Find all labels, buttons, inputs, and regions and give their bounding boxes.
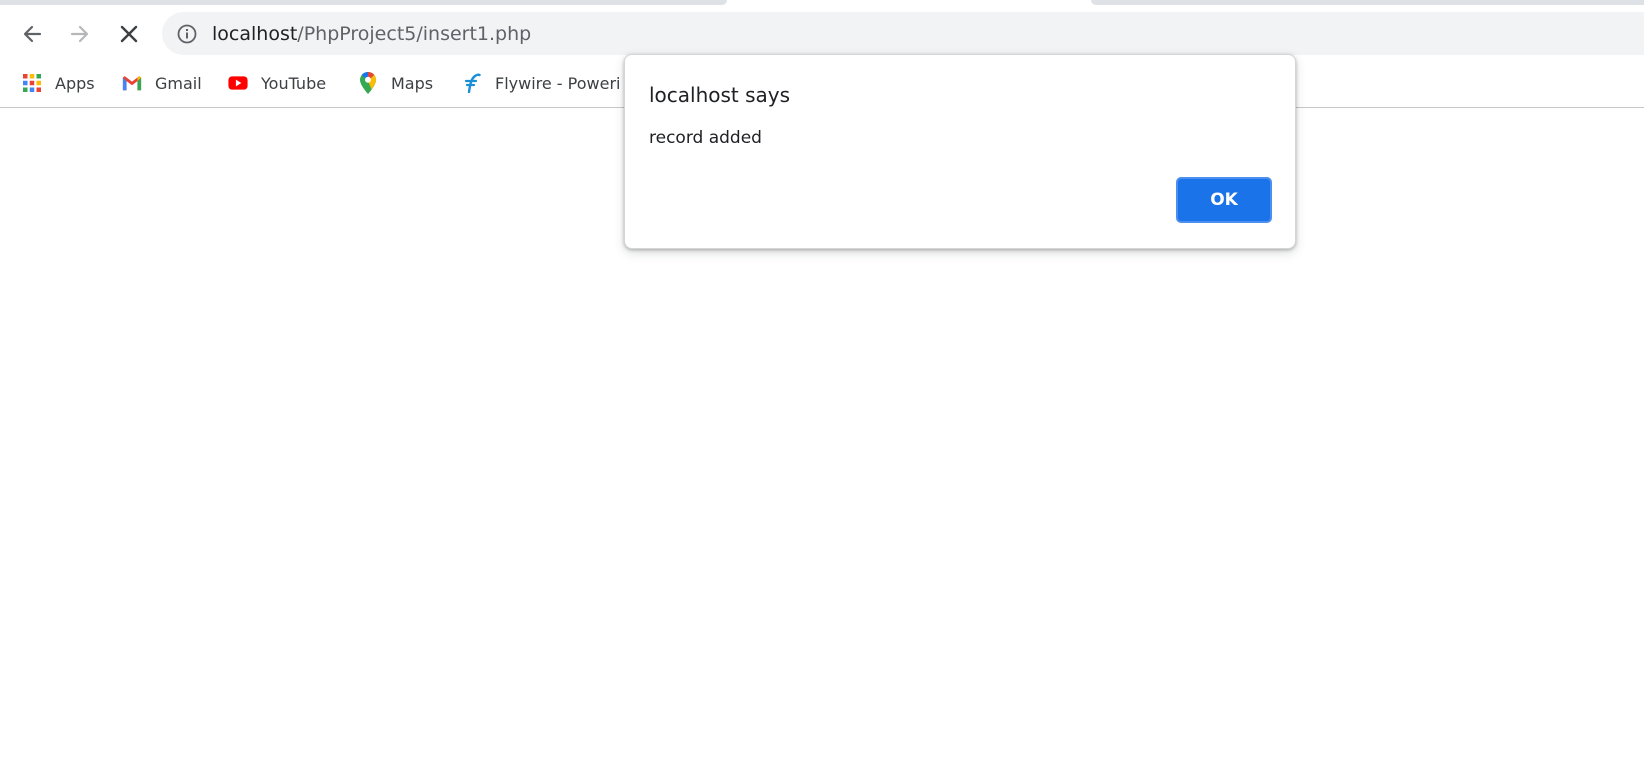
url-text: localhost/PhpProject5/insert1.php <box>212 23 531 45</box>
bookmark-gmail[interactable]: Gmail <box>122 68 202 98</box>
url-path: /PhpProject5/insert1.php <box>297 22 532 45</box>
address-bar[interactable]: localhost/PhpProject5/insert1.php <box>162 12 1644 55</box>
alert-dialog: localhost says record added OK <box>624 54 1296 249</box>
stop-loading-button[interactable] <box>111 16 147 52</box>
bookmark-flywire[interactable]: Flywire - Poweri <box>462 68 622 98</box>
bookmark-apps[interactable]: Apps <box>22 68 95 98</box>
bookmark-youtube[interactable]: YouTube <box>228 68 326 98</box>
flywire-icon <box>462 73 482 93</box>
dialog-title: localhost says <box>649 83 791 107</box>
browser-toolbar: localhost/PhpProject5/insert1.php <box>0 5 1644 61</box>
arrow-right-icon <box>70 25 89 43</box>
back-button[interactable] <box>14 16 50 52</box>
apps-grid-icon <box>22 73 42 93</box>
close-icon <box>120 25 138 43</box>
ok-button[interactable]: OK <box>1176 177 1272 223</box>
info-circle-icon[interactable] <box>176 23 198 45</box>
bookmark-label: Maps <box>391 73 434 93</box>
youtube-icon <box>228 73 248 93</box>
maps-pin-icon <box>358 72 378 94</box>
arrow-left-icon <box>23 25 42 43</box>
gmail-icon <box>122 73 142 93</box>
url-host: localhost <box>212 22 298 45</box>
browser-window: localhost/PhpProject5/insert1.php Apps G… <box>0 0 1644 775</box>
dialog-message: record added <box>649 128 762 148</box>
bookmark-label: Apps <box>55 73 95 93</box>
forward-button[interactable] <box>62 16 98 52</box>
bookmark-label: Gmail <box>155 73 202 93</box>
bookmark-label: Flywire - Poweri <box>495 73 621 93</box>
bookmark-maps[interactable]: Maps <box>358 68 433 98</box>
bookmark-label: YouTube <box>261 73 327 93</box>
